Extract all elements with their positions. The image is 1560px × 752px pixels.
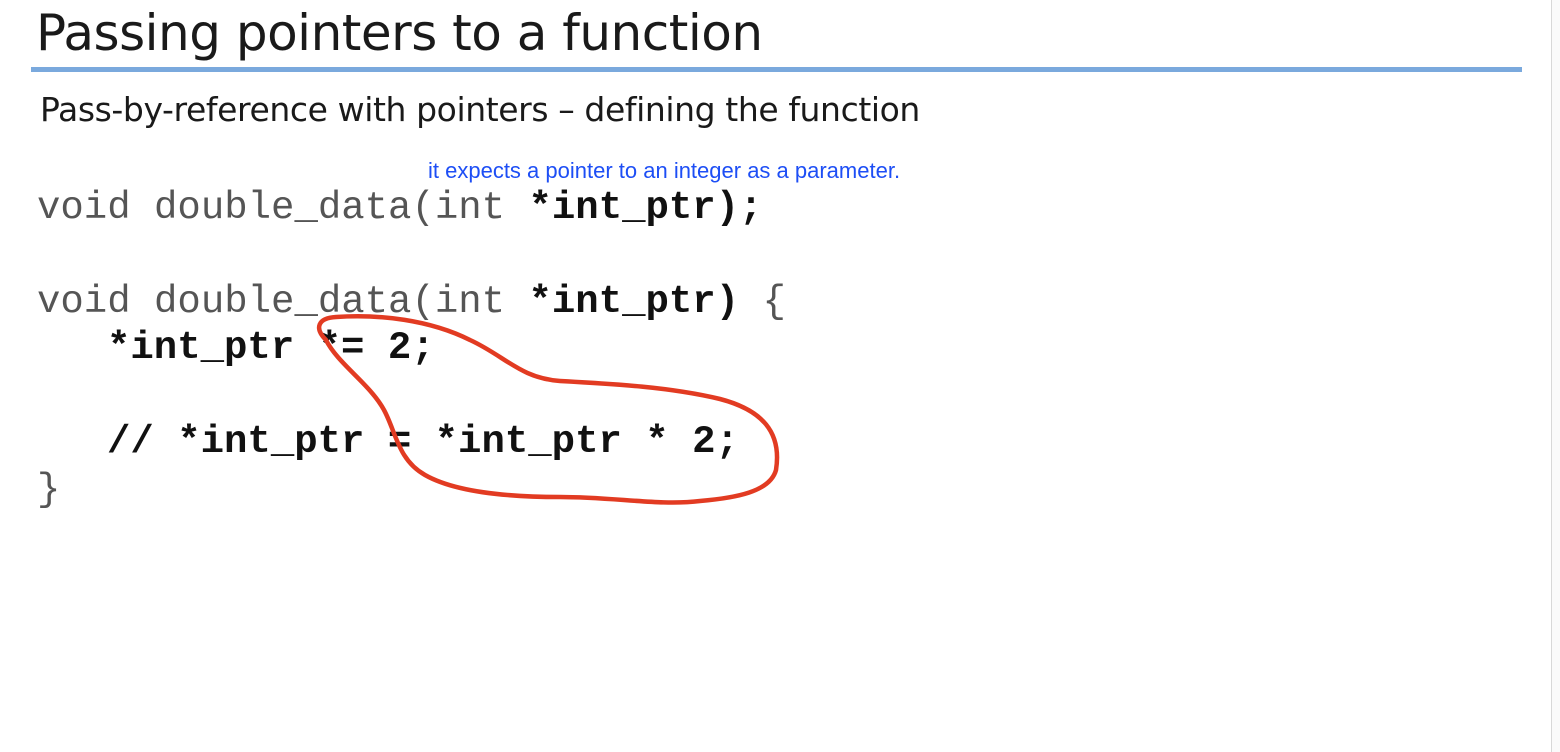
code-line-close-brace: }: [37, 468, 60, 512]
code-line-statement: *int_ptr *= 2;: [107, 326, 435, 370]
code-prototype-param: *int_ptr);: [528, 186, 763, 230]
code-comment: // *int_ptr = *int_ptr * 2;: [107, 420, 739, 464]
code-line-prototype: void double_data(int *int_ptr);: [37, 186, 763, 230]
slide-title: Passing pointers to a function: [36, 4, 763, 62]
vertical-scrollbar[interactable]: [1551, 0, 1560, 752]
code-open-brace: {: [739, 280, 786, 324]
title-underline: [31, 67, 1522, 72]
code-statement: *int_ptr *= 2;: [107, 326, 435, 370]
annotation-note: it expects a pointer to an integer as a …: [428, 158, 901, 183]
slide: Passing pointers to a function Pass-by-r…: [0, 0, 1560, 752]
code-line-comment: // *int_ptr = *int_ptr * 2;: [107, 420, 739, 464]
code-close-brace: }: [37, 468, 61, 512]
code-definition-prefix: void double_data(int: [37, 280, 529, 324]
slide-subtitle: Pass-by-reference with pointers – defini…: [40, 90, 920, 129]
code-prototype-prefix: void double_data(int: [37, 186, 529, 230]
code-definition-param: *int_ptr): [528, 280, 740, 324]
code-line-definition: void double_data(int *int_ptr) {: [37, 280, 786, 324]
